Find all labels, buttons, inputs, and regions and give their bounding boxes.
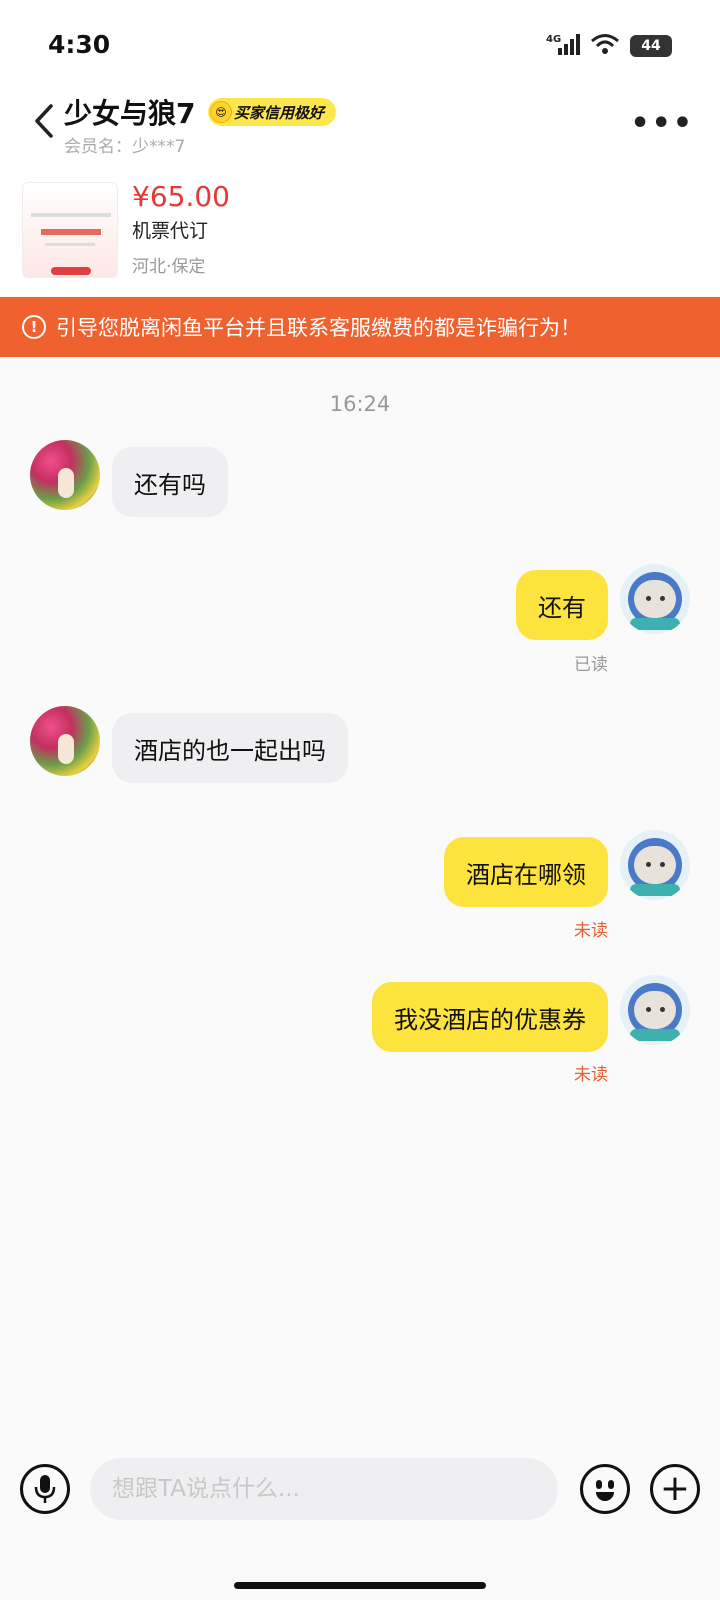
chat-header: 少女与狼7 😍 买家信用极好 会员名：少***7 ••• — [0, 90, 720, 172]
home-indicator[interactable] — [234, 1582, 486, 1589]
product-card[interactable]: ¥65.00 机票代订 河北·保定 — [0, 172, 720, 296]
message-bubble[interactable]: 还有吗 — [112, 447, 228, 517]
network-label: 4G — [546, 34, 561, 45]
avatar[interactable] — [620, 564, 690, 634]
message-bubble[interactable]: 还有 — [516, 570, 608, 640]
credit-badge-label: 买家信用极好 — [234, 103, 325, 122]
battery-icon: 44 — [630, 35, 672, 57]
chat-timestamp: 16:24 — [329, 392, 391, 416]
back-arrow-icon — [35, 104, 53, 138]
smiley-icon: 😍 — [210, 101, 232, 123]
credit-badge[interactable]: 😍 买家信用极好 — [208, 98, 337, 126]
avatar[interactable] — [30, 706, 100, 776]
unread-status: 未读 — [574, 921, 608, 941]
fraud-warning-banner: ! 引导您脱离闲鱼平台并且联系客服缴费的都是诈骗行为！ — [0, 297, 720, 357]
unread-status: 未读 — [574, 1065, 608, 1085]
status-time: 4:30 — [48, 30, 111, 59]
member-name: 会员名：少***7 — [64, 137, 186, 157]
message-bubble[interactable]: 我没酒店的优惠券 — [372, 982, 608, 1052]
status-bar: 4:30 4G 44 — [0, 0, 720, 90]
avatar[interactable] — [620, 975, 690, 1045]
avatar[interactable] — [30, 440, 100, 510]
avatar[interactable] — [620, 830, 690, 900]
warning-text: 引导您脱离闲鱼平台并且联系客服缴费的都是诈骗行为！ — [56, 316, 581, 340]
product-thumbnail[interactable] — [22, 182, 118, 278]
message-input[interactable] — [90, 1458, 558, 1520]
wifi-icon — [590, 33, 620, 59]
message-bubble[interactable]: 酒店在哪领 — [444, 837, 608, 907]
microphone-icon — [34, 1475, 56, 1503]
input-bar: + — [0, 1452, 720, 1542]
signal-icon: 4G — [546, 32, 580, 60]
more-icon[interactable]: ••• — [630, 106, 694, 141]
back-button[interactable] — [24, 96, 64, 146]
message-bubble[interactable]: 酒店的也一起出吗 — [112, 713, 348, 783]
read-status: 已读 — [574, 655, 608, 675]
warning-icon: ! — [22, 315, 46, 339]
status-icons: 4G 44 — [546, 32, 672, 60]
product-location: 河北·保定 — [132, 257, 206, 277]
voice-button[interactable] — [20, 1464, 70, 1514]
plus-icon[interactable]: + — [650, 1464, 700, 1514]
product-price: ¥65.00 — [132, 180, 230, 213]
product-name: 机票代订 — [132, 220, 209, 242]
contact-name[interactable]: 少女与狼7 — [64, 92, 195, 132]
emoji-icon[interactable] — [580, 1464, 630, 1514]
